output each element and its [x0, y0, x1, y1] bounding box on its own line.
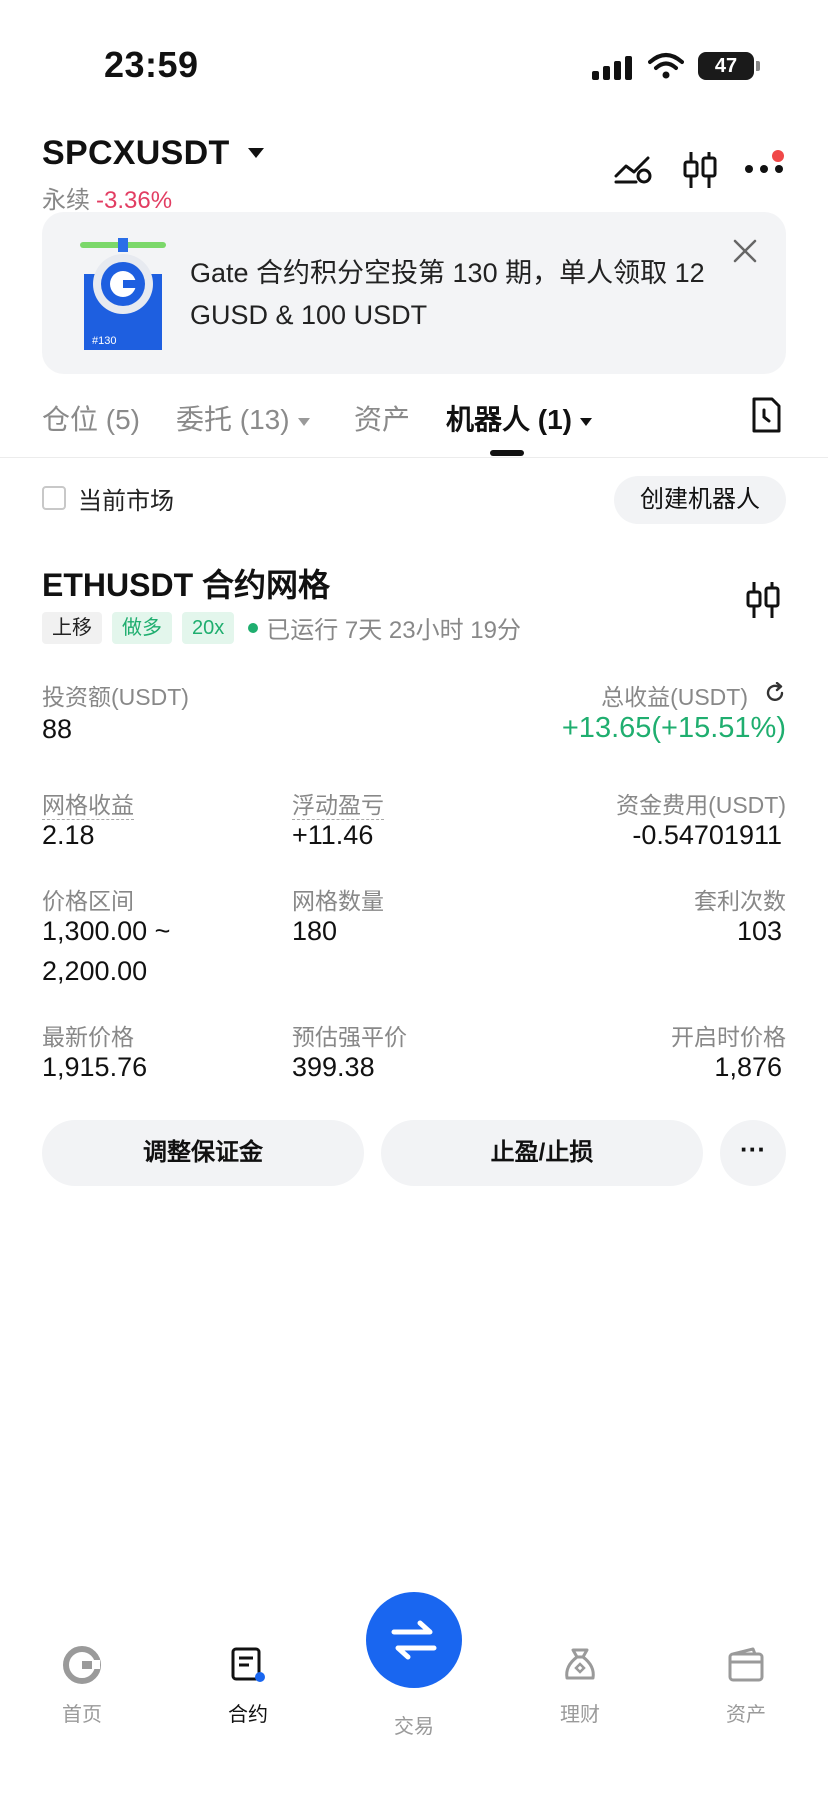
- trade-button[interactable]: [366, 1592, 462, 1688]
- bot-title[interactable]: ETHUSDT 合约网格: [42, 560, 330, 606]
- floating-pnl-label[interactable]: 浮动盈亏: [292, 792, 384, 820]
- status-time: 23:59: [104, 44, 199, 85]
- grid-count-label: 网格数量: [292, 888, 384, 914]
- current-market-label: 当前市场: [78, 487, 174, 515]
- price-range-line1: 1,300.00 ~: [42, 916, 171, 946]
- running-time: 已运行 7天 23小时 19分: [266, 617, 521, 644]
- funding-fee-value: -0.54701911: [632, 820, 782, 850]
- battery-cap: [756, 61, 760, 71]
- banner-text: Gate 合约积分空投第 130 期，单人领取 12 GUSD & 100 US…: [190, 258, 705, 330]
- candlestick-chart-icon[interactable]: [746, 580, 780, 620]
- last-price-value: 1,915.76: [42, 1052, 148, 1082]
- tab-positions[interactable]: 仓位 (5): [42, 398, 140, 438]
- nav-trade-label: 交易: [394, 1716, 434, 1738]
- nav-futures-label: 合约: [228, 1704, 268, 1726]
- home-gate-icon: [63, 1646, 101, 1684]
- nav-assets[interactable]: 资产: [696, 1646, 796, 1727]
- cellular-signal-icon: [592, 56, 632, 80]
- last-price-label: 最新价格: [42, 1024, 134, 1050]
- nav-futures[interactable]: 合约: [198, 1646, 298, 1727]
- promo-banner[interactable]: #130 Gate 合约积分空投第 130 期，单人领取 12 GUSD & 1…: [42, 212, 786, 374]
- investment-label: 投资额(USDT): [42, 684, 189, 710]
- bottom-navigation: 首页 合约 交易 理财 资产: [0, 1592, 828, 1801]
- close-icon[interactable]: [732, 238, 758, 264]
- liquidation-price-label: 预估强平价: [292, 1024, 407, 1050]
- grid-strategy-icon[interactable]: [614, 150, 654, 186]
- price-range-label: 价格区间: [42, 888, 134, 914]
- contract-type: 永续: [42, 187, 90, 214]
- price-change: -3.36%: [96, 187, 173, 214]
- money-bag-icon: [565, 1648, 595, 1680]
- status-bar: 23:59 47: [0, 0, 828, 110]
- grid-profit-value: 2.18: [42, 820, 95, 850]
- price-range-line2: 2,200.00: [42, 956, 148, 986]
- active-tab-indicator: [490, 450, 524, 456]
- tag-leverage: 20x: [182, 611, 235, 644]
- tab-assets[interactable]: 资产: [354, 398, 410, 438]
- nav-home[interactable]: 首页: [32, 1646, 132, 1727]
- arbitrage-count-label: 套利次数: [694, 888, 786, 914]
- banner-badge: #130: [92, 335, 116, 347]
- pair-subtitle: 永续 -3.36%: [42, 180, 172, 215]
- current-market-checkbox[interactable]: [42, 486, 66, 510]
- history-document-icon[interactable]: [750, 396, 782, 434]
- chevron-down-icon[interactable]: [248, 148, 264, 158]
- nav-assets-label: 资产: [726, 1704, 766, 1726]
- tag-shift-up: 上移: [42, 611, 102, 644]
- adjust-margin-button[interactable]: 调整保证金: [42, 1120, 364, 1186]
- candlestick-chart-icon[interactable]: [682, 150, 718, 190]
- grid-count-value: 180: [292, 916, 338, 946]
- total-profit-label: 总收益(USDT): [601, 684, 748, 710]
- bot-more-button[interactable]: ···: [720, 1120, 786, 1186]
- tag-long: 做多: [112, 611, 172, 644]
- contract-header: SPCXUSDT 永续 -3.36%: [0, 120, 828, 214]
- liquidation-price-value: 399.38: [292, 1052, 375, 1082]
- airdrop-logo-icon: #130: [80, 238, 166, 350]
- nav-finance-label: 理财: [560, 1704, 600, 1726]
- wifi-icon: [648, 53, 684, 79]
- running-status-dot: [248, 622, 259, 633]
- open-price-value: 1,876: [714, 1052, 782, 1082]
- position-tabs: 仓位 (5) 委托 (13) 资产 机器人 (1): [0, 392, 828, 458]
- bot-tags: 上移 做多 20x 已运行 7天 23小时 19分: [42, 610, 521, 645]
- nav-finance[interactable]: 理财: [530, 1646, 630, 1727]
- refresh-icon[interactable]: [764, 682, 786, 704]
- grid-profit-label[interactable]: 网格收益: [42, 792, 134, 820]
- floating-pnl-value: +11.46: [292, 820, 374, 850]
- wallet-icon: [728, 1647, 764, 1682]
- nav-home-label: 首页: [62, 1704, 102, 1726]
- current-market-filter[interactable]: 当前市场: [42, 478, 174, 518]
- chevron-down-icon: [297, 417, 310, 426]
- funding-fee-label: 资金费用(USDT): [616, 792, 786, 818]
- create-bot-button[interactable]: 创建机器人: [614, 476, 786, 524]
- futures-icon: [231, 1647, 265, 1682]
- more-icon[interactable]: [744, 164, 784, 174]
- notification-dot: [772, 150, 784, 162]
- total-profit-value: +13.65(+15.51%): [561, 712, 786, 744]
- take-profit-stop-loss-button[interactable]: 止盈/止损: [381, 1120, 703, 1186]
- tab-orders[interactable]: 委托 (13): [176, 398, 310, 438]
- chevron-down-icon: [580, 417, 593, 426]
- investment-value: 88: [42, 714, 73, 744]
- pair-title[interactable]: SPCXUSDT: [42, 134, 230, 173]
- battery-icon: 47: [698, 52, 754, 80]
- open-price-label: 开启时价格: [671, 1024, 786, 1050]
- tab-bots[interactable]: 机器人 (1): [446, 398, 593, 438]
- swap-arrows-icon: [391, 1620, 437, 1660]
- arbitrage-count-value: 103: [736, 916, 782, 946]
